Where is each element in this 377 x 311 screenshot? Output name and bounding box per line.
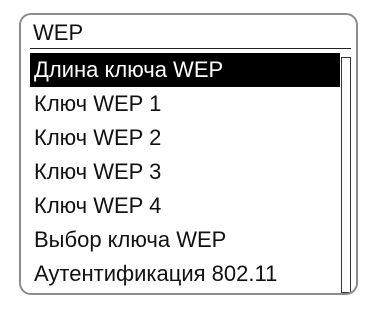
menu-item-wep-key-1[interactable]: Ключ WEP 1 [30,87,340,121]
title-divider [30,48,351,49]
menu-title: WEP [33,20,84,45]
menu-item-wep-key-3[interactable]: Ключ WEP 3 [30,155,340,189]
menu-item-wep-key-select[interactable]: Выбор ключа WEP [30,223,340,257]
scrollbar[interactable] [341,57,351,293]
scrollbar-thumb[interactable] [342,58,350,290]
menu-item-wep-key-length[interactable]: Длина ключа WEP [30,53,340,87]
menu-item-wep-key-4[interactable]: Ключ WEP 4 [30,189,340,223]
menu-item-wep-key-2[interactable]: Ключ WEP 2 [30,121,340,155]
menu-item-80211-authentication[interactable]: Аутентификация 802.11 [30,257,340,291]
menu-list: Длина ключа WEP Ключ WEP 1 Ключ WEP 2 Кл… [30,53,340,293]
wep-menu-panel: WEP Длина ключа WEP Ключ WEP 1 Ключ WEP … [19,13,358,295]
